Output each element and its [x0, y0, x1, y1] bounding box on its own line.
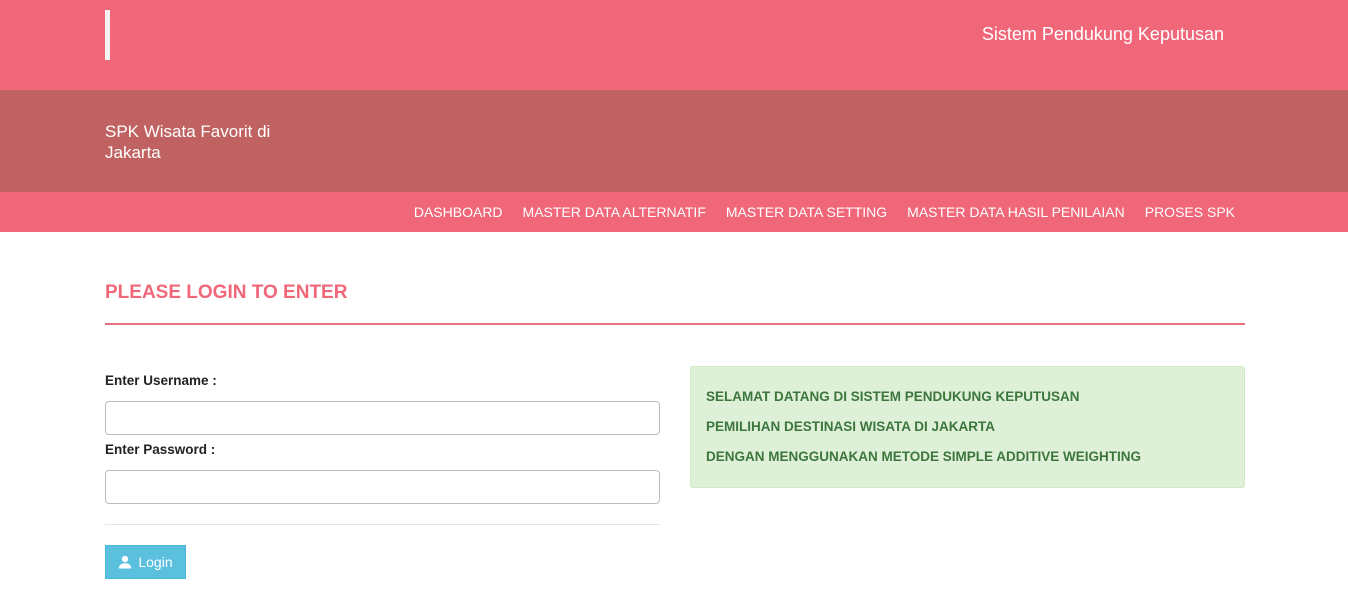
main-nav: DASHBOARD MASTER DATA ALTERNATIF MASTER …	[0, 192, 1348, 232]
nav-item-master-data-alternatif[interactable]: MASTER DATA ALTERNATIF	[523, 204, 706, 220]
login-button[interactable]: Login	[105, 545, 186, 579]
logo-divider	[105, 10, 110, 60]
page-title: PLEASE LOGIN TO ENTER	[105, 282, 348, 303]
nav-item-dashboard[interactable]: DASHBOARD	[414, 204, 503, 220]
form-divider	[105, 524, 660, 525]
password-label: Enter Password :	[105, 442, 216, 457]
welcome-line-1: SELAMAT DATANG DI SISTEM PENDUKUNG KEPUT…	[706, 389, 1080, 404]
banner: SPK Wisata Favorit di Jakarta	[0, 90, 1348, 192]
nav-item-master-data-hasil-penilaian[interactable]: MASTER DATA HASIL PENILAIAN	[907, 204, 1125, 220]
welcome-line-3: DENGAN MENGGUNAKAN METODE SIMPLE ADDITIV…	[706, 449, 1142, 464]
title-divider	[105, 323, 1245, 325]
username-label: Enter Username :	[105, 373, 217, 388]
top-header: Sistem Pendukung Keputusan	[0, 0, 1348, 90]
username-input[interactable]	[105, 401, 660, 435]
site-title: Sistem Pendukung Keputusan	[981, 24, 1224, 44]
brand-name[interactable]: SPK Wisata Favorit di Jakarta	[105, 121, 305, 163]
nav-item-proses-spk[interactable]: PROSES SPK	[1145, 204, 1235, 220]
login-button-label: Login	[138, 554, 173, 570]
password-input[interactable]	[105, 470, 660, 504]
nav-item-master-data-setting[interactable]: MASTER DATA SETTING	[726, 204, 887, 220]
user-icon	[118, 555, 132, 569]
welcome-line-2: PEMILIHAN DESTINASI WISATA DI JAKARTA	[706, 419, 995, 434]
welcome-alert: SELAMAT DATANG DI SISTEM PENDUKUNG KEPUT…	[690, 366, 1245, 488]
